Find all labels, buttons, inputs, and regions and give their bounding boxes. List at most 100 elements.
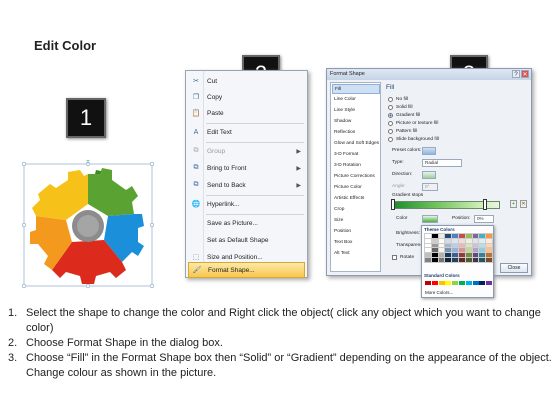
color-swatch[interactable] bbox=[437, 247, 446, 254]
color-swatch[interactable] bbox=[424, 256, 432, 263]
menu-item-set-default-shape[interactable]: Set as Default Shape bbox=[188, 232, 305, 248]
menu-item-edit-text[interactable]: A Edit Text bbox=[188, 124, 305, 140]
radio-picture-fill[interactable]: Picture or texture fill bbox=[388, 119, 438, 127]
gradient-stop-handle[interactable] bbox=[391, 199, 395, 210]
nav-artistic-effects[interactable]: Artistic Effects bbox=[332, 194, 380, 204]
close-button[interactable]: Close bbox=[500, 263, 528, 273]
color-swatch[interactable] bbox=[444, 252, 453, 259]
color-swatch[interactable] bbox=[457, 256, 466, 263]
menu-item-cut[interactable]: ✂ Cut bbox=[188, 73, 305, 89]
nav-size[interactable]: Size bbox=[332, 216, 380, 226]
color-swatch[interactable] bbox=[437, 237, 446, 244]
menu-item-hyperlink[interactable]: 🌐 Hyperlink... bbox=[188, 196, 305, 212]
menu-item-format-shape[interactable]: 🖌 Format Shape... bbox=[188, 262, 305, 278]
gradient-stop-handle[interactable] bbox=[483, 199, 487, 210]
radio-pattern-fill[interactable]: Pattern fill bbox=[388, 127, 417, 135]
color-swatch[interactable] bbox=[444, 237, 453, 244]
help-button[interactable]: ? bbox=[512, 70, 520, 78]
radio-solid-fill[interactable]: Solid fill bbox=[388, 103, 413, 111]
color-swatch[interactable] bbox=[485, 252, 494, 259]
color-swatch[interactable] bbox=[485, 256, 494, 263]
color-swatch[interactable] bbox=[451, 252, 460, 259]
direction-button[interactable] bbox=[422, 170, 436, 179]
color-swatch[interactable] bbox=[478, 252, 487, 259]
nav-line-style[interactable]: Line Style bbox=[332, 106, 380, 116]
color-swatch[interactable] bbox=[424, 247, 432, 254]
color-swatch[interactable] bbox=[486, 281, 493, 285]
color-swatch[interactable] bbox=[471, 252, 480, 259]
nav-shadow[interactable]: Shadow bbox=[332, 117, 380, 127]
more-colors-link[interactable]: More Colors... bbox=[425, 290, 453, 295]
color-swatch[interactable] bbox=[479, 281, 486, 285]
remove-stop-button[interactable]: ✕ bbox=[520, 200, 527, 208]
color-swatch[interactable] bbox=[437, 252, 446, 259]
color-swatch[interactable] bbox=[437, 256, 446, 263]
color-swatch[interactable] bbox=[471, 233, 480, 239]
rotate-row[interactable]: Rotate bbox=[392, 253, 414, 262]
color-swatch[interactable] bbox=[478, 233, 487, 239]
color-swatch[interactable] bbox=[452, 281, 459, 285]
nav-fill[interactable]: Fill bbox=[332, 84, 380, 94]
color-swatch[interactable] bbox=[464, 242, 473, 249]
color-swatch[interactable] bbox=[471, 237, 480, 244]
color-swatch[interactable] bbox=[485, 247, 494, 254]
preset-colors-button[interactable] bbox=[422, 146, 436, 155]
color-swatch[interactable] bbox=[425, 281, 431, 285]
nav-reflection[interactable]: Reflection bbox=[332, 128, 380, 138]
color-swatch[interactable] bbox=[478, 256, 487, 263]
color-swatch[interactable] bbox=[478, 237, 487, 244]
color-swatch[interactable] bbox=[471, 247, 480, 254]
color-swatch[interactable] bbox=[451, 237, 460, 244]
position-input[interactable]: 0% bbox=[474, 214, 494, 223]
nav-glow[interactable]: Glow and Soft Edges bbox=[332, 139, 380, 149]
radio-no-fill[interactable]: No fill bbox=[388, 95, 408, 103]
close-icon[interactable]: ✕ bbox=[521, 70, 529, 78]
color-swatch[interactable] bbox=[464, 233, 473, 239]
color-swatch[interactable] bbox=[424, 237, 432, 244]
color-swatch[interactable] bbox=[465, 281, 472, 285]
color-swatch[interactable] bbox=[478, 247, 487, 254]
color-swatch[interactable] bbox=[445, 281, 452, 285]
menu-item-bring-to-front[interactable]: ⧉ Bring to Front ▶ bbox=[188, 160, 305, 176]
color-swatch[interactable] bbox=[451, 233, 460, 239]
color-swatch[interactable] bbox=[451, 256, 460, 263]
color-swatch[interactable] bbox=[478, 242, 487, 249]
menu-item-paste[interactable]: 📋 Paste bbox=[188, 105, 305, 121]
color-swatch[interactable] bbox=[458, 281, 465, 285]
menu-item-save-as-picture[interactable]: Save as Picture... bbox=[188, 215, 305, 231]
color-swatch[interactable] bbox=[457, 233, 466, 239]
color-swatch[interactable] bbox=[451, 242, 460, 249]
color-swatch[interactable] bbox=[430, 252, 439, 259]
color-swatch[interactable] bbox=[464, 237, 473, 244]
color-swatch[interactable] bbox=[464, 247, 473, 254]
type-select[interactable]: Radial bbox=[422, 158, 462, 167]
gear-graphic[interactable] bbox=[20, 157, 155, 290]
color-swatch[interactable] bbox=[457, 247, 466, 254]
nav-picture-color[interactable]: Picture Color bbox=[332, 183, 380, 193]
nav-picture-corrections[interactable]: Picture Corrections bbox=[332, 172, 380, 182]
color-picker-button[interactable] bbox=[422, 214, 438, 223]
color-swatch[interactable] bbox=[424, 242, 432, 249]
color-swatch[interactable] bbox=[472, 281, 479, 285]
color-swatch[interactable] bbox=[471, 242, 480, 249]
color-swatch[interactable] bbox=[430, 247, 439, 254]
color-swatch[interactable] bbox=[437, 242, 446, 249]
nav-position[interactable]: Position bbox=[332, 227, 380, 237]
color-swatch[interactable] bbox=[457, 252, 466, 259]
radio-slide-bg-fill[interactable]: Slide background fill bbox=[388, 135, 439, 143]
menu-item-send-to-back[interactable]: ⧉ Send to Back ▶ bbox=[188, 177, 305, 193]
color-swatch[interactable] bbox=[464, 252, 473, 259]
color-swatch[interactable] bbox=[471, 256, 480, 263]
nav-alt-text[interactable]: Alt Text bbox=[332, 249, 380, 259]
nav-3d-rotation[interactable]: 3-D Rotation bbox=[332, 161, 380, 171]
color-swatch[interactable] bbox=[437, 233, 446, 239]
nav-crop[interactable]: Crop bbox=[332, 205, 380, 215]
color-swatch[interactable] bbox=[444, 242, 453, 249]
color-swatch[interactable] bbox=[430, 256, 439, 263]
add-stop-button[interactable]: + bbox=[510, 200, 517, 208]
color-swatch[interactable] bbox=[451, 247, 460, 254]
color-swatch[interactable] bbox=[444, 247, 453, 254]
nav-line-color[interactable]: Line Color bbox=[332, 95, 380, 105]
color-swatch[interactable] bbox=[438, 281, 445, 285]
nav-text-box[interactable]: Text Box bbox=[332, 238, 380, 248]
